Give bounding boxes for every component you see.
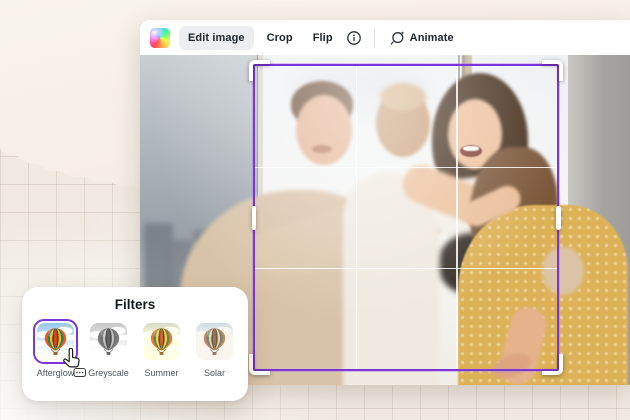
balloon-thumbnail-greyscale — [90, 323, 127, 360]
animate-icon — [390, 30, 405, 45]
context-toolbar: Edit image Crop Flip Animate — [140, 20, 630, 55]
filter-label: Solar — [204, 368, 225, 378]
crop-handle-middle-right[interactable] — [556, 206, 561, 230]
balloon-thumbnail-summer — [143, 323, 180, 360]
crop-handle-middle-left[interactable] — [252, 206, 257, 230]
filter-options-row: Afterglow Greyscale Summer Solar — [22, 319, 248, 378]
rainbow-gradient-swatch-icon[interactable] — [150, 28, 170, 48]
filter-thumbnail-frame — [86, 319, 131, 364]
info-icon[interactable] — [342, 26, 366, 50]
filter-label: Greyscale — [88, 368, 129, 378]
crop-grid-line-horizontal — [255, 167, 557, 168]
crop-handle-bottom-right[interactable] — [542, 354, 563, 375]
filter-option-greyscale[interactable]: Greyscale — [86, 319, 131, 378]
filter-label: Summer — [144, 368, 178, 378]
crop-grid-line-vertical — [356, 66, 357, 369]
hand-pointer-cursor — [60, 348, 88, 383]
animate-label: Animate — [410, 32, 454, 44]
filter-option-summer[interactable]: Summer — [139, 319, 184, 378]
crop-selection-overlay[interactable] — [253, 64, 559, 371]
balloon-thumbnail-solar — [196, 323, 233, 360]
edit-image-button[interactable]: Edit image — [179, 26, 254, 50]
filter-thumbnail-frame — [139, 319, 184, 364]
animate-button[interactable]: Animate — [383, 25, 461, 50]
filters-panel-title: Filters — [22, 297, 248, 312]
crop-handle-top-right[interactable] — [542, 60, 563, 81]
crop-handle-bottom-left[interactable] — [249, 354, 270, 375]
filter-option-solar[interactable]: Solar — [192, 319, 237, 378]
crop-grid-line-horizontal — [255, 268, 557, 269]
crop-handle-top-left[interactable] — [249, 60, 270, 81]
filter-thumbnail-frame — [192, 319, 237, 364]
filters-panel: Filters Afterglow Greyscale Summer — [22, 287, 248, 401]
flip-button[interactable]: Flip — [304, 26, 342, 50]
crop-button[interactable]: Crop — [258, 26, 302, 50]
editor-screenshot: Edit image Crop Flip Animate — [0, 0, 630, 420]
hand-pointer-shape — [64, 348, 79, 367]
toolbar-divider — [374, 28, 375, 48]
info-circle-icon — [346, 30, 362, 46]
crop-grid-line-vertical — [456, 66, 457, 369]
